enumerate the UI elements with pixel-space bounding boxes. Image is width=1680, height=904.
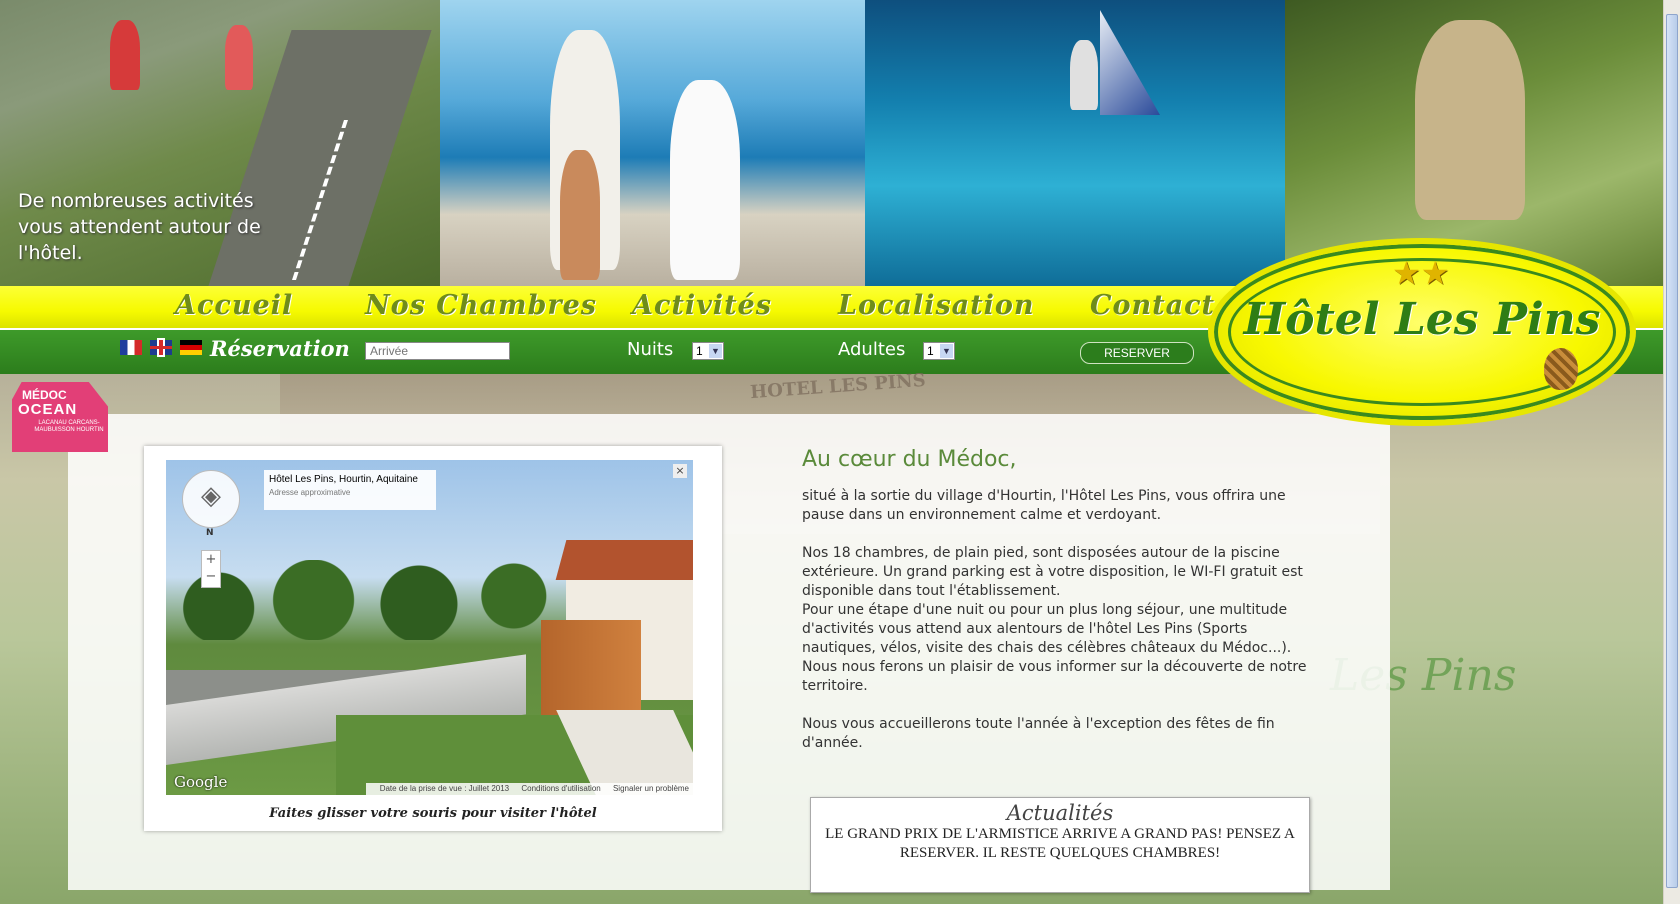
nights-value: 1 [696, 344, 703, 358]
paragraph-2: Nos 18 chambres, de plain pied, sont dis… [802, 545, 1303, 599]
paragraph-3: Pour une étape d'une nuit ou pour un plu… [802, 602, 1292, 656]
medoc-ocean-logo[interactable]: MÉDOC OCEAN LACANAU CARCANS-MAUBUISSON H… [12, 382, 108, 452]
vertical-scrollbar[interactable] [1663, 0, 1680, 904]
street-view-frame: ◈ N + − Hôtel Les Pins, Hourtin, Aquitai… [144, 446, 722, 831]
nights-label: Nuits [627, 339, 674, 360]
place-info-box: Hôtel Les Pins, Hourtin, Aquitaine Adres… [264, 470, 436, 510]
flag-en-icon[interactable] [150, 340, 172, 355]
beach-family-photo [440, 0, 865, 286]
windsurfer [1070, 40, 1098, 110]
capture-date: Date de la prise de vue : Juillet 2013 [379, 784, 510, 793]
sail-shape [1100, 10, 1160, 115]
hotel-logo[interactable]: ★★ Hôtel Les Pins [1208, 238, 1636, 426]
nav-localisation[interactable]: Localisation [838, 290, 1035, 321]
wooden-shed [541, 620, 641, 715]
close-icon[interactable]: × [673, 464, 687, 478]
nights-select[interactable]: 1 ▼ [692, 342, 724, 360]
child-figure [560, 150, 600, 280]
nav-accueil[interactable]: Accueil [175, 290, 293, 321]
zoom-out-button[interactable]: − [202, 568, 220, 585]
terms-link[interactable]: Conditions d'utilisation [521, 784, 600, 793]
news-body: LE GRAND PRIX DE L'ARMISTICE ARRIVE A GR… [825, 826, 1295, 861]
paragraph-1: situé à la sortie du village d'Hourtin, … [802, 488, 1286, 523]
cyclist-1 [110, 20, 140, 90]
cyclist-2 [225, 25, 253, 90]
windsurf-photo [865, 0, 1285, 286]
stars-icon: ★★ [1392, 254, 1450, 292]
pan-control[interactable]: ◈ [182, 470, 240, 528]
intro-text: situé à la sortie du village d'Hourtin, … [802, 487, 1322, 753]
nav-nos-chambres[interactable]: Nos Chambres [365, 290, 597, 321]
arrival-date-input[interactable] [365, 342, 510, 360]
news-box: Actualités LE GRAND PRIX DE L'ARMISTICE … [810, 797, 1310, 893]
pinecone-icon [1544, 348, 1578, 390]
street-view-caption: Faites glisser votre souris pour visiter… [269, 806, 597, 821]
compass-icon: ◈ [201, 481, 221, 511]
flag-fr-icon[interactable] [120, 340, 142, 355]
nav-contact[interactable]: Contact [1090, 290, 1215, 321]
flag-de-icon[interactable] [180, 340, 202, 355]
zoom-control[interactable]: + − [201, 550, 221, 588]
place-sub: Adresse approximative [269, 488, 351, 497]
scrollbar-thumb[interactable] [1666, 14, 1678, 888]
adults-select[interactable]: 1 ▼ [923, 342, 955, 360]
google-logo: Google [174, 773, 228, 791]
logo-title: Hôtel Les Pins [1243, 294, 1601, 345]
paragraph-5: Nous vous accueillerons toute l'année à … [802, 716, 1275, 751]
street-view-panorama[interactable]: ◈ N + − Hôtel Les Pins, Hourtin, Aquitai… [166, 460, 693, 795]
adults-value: 1 [927, 344, 934, 358]
chevron-down-icon: ▼ [709, 344, 722, 358]
roof [555, 540, 693, 580]
banner-caption: De nombreuses activités vous attendent a… [18, 190, 261, 264]
zoom-in-button[interactable]: + [202, 551, 220, 568]
chevron-down-icon: ▼ [940, 344, 953, 358]
place-name: Hôtel Les Pins, Hourtin, Aquitaine [269, 474, 418, 485]
medoc-line2: OCEAN [18, 401, 78, 418]
north-indicator: N [206, 528, 214, 538]
medoc-line3: LACANAU CARCANS-MAUBUISSON HOURTIN [34, 420, 104, 433]
reservation-title: Réservation [210, 336, 350, 361]
paragraph-4: Nous nous ferons un plaisir de vous info… [802, 659, 1307, 694]
reserve-button[interactable]: RESERVER [1080, 342, 1194, 364]
medoc-line1: MÉDOC [22, 388, 67, 402]
news-title: Actualités [1006, 801, 1114, 825]
hunter-figure [1415, 20, 1525, 220]
nav-activites[interactable]: Activités [632, 290, 772, 321]
adults-label: Adultes [838, 339, 906, 360]
street-view-footer: Date de la prise de vue : Juillet 2013 C… [365, 783, 693, 795]
family-person-2 [670, 80, 740, 280]
report-link[interactable]: Signaler un problème [613, 784, 689, 793]
page-title: Au cœur du Médoc, [802, 447, 1017, 472]
